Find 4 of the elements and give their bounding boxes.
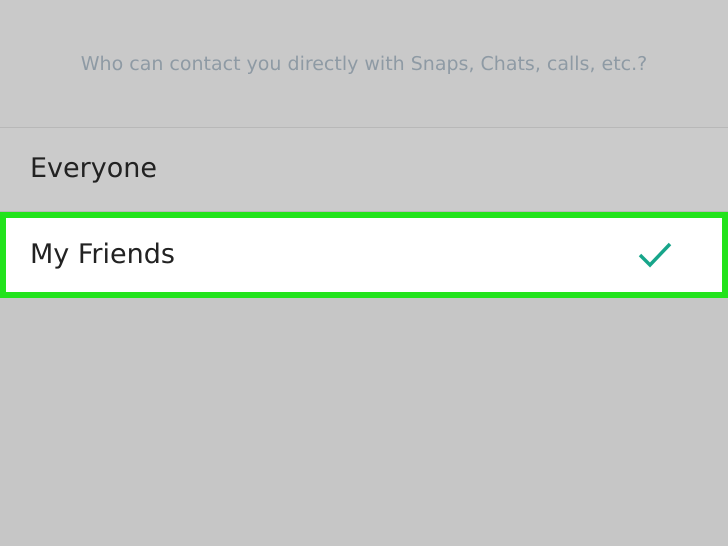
checkmark-icon	[638, 242, 672, 268]
option-row[interactable]: My Friends	[0, 212, 728, 298]
option-row[interactable]: Everyone	[0, 128, 728, 212]
description-text: Who can contact you directly with Snaps, Chats, calls, etc.?	[80, 52, 648, 76]
